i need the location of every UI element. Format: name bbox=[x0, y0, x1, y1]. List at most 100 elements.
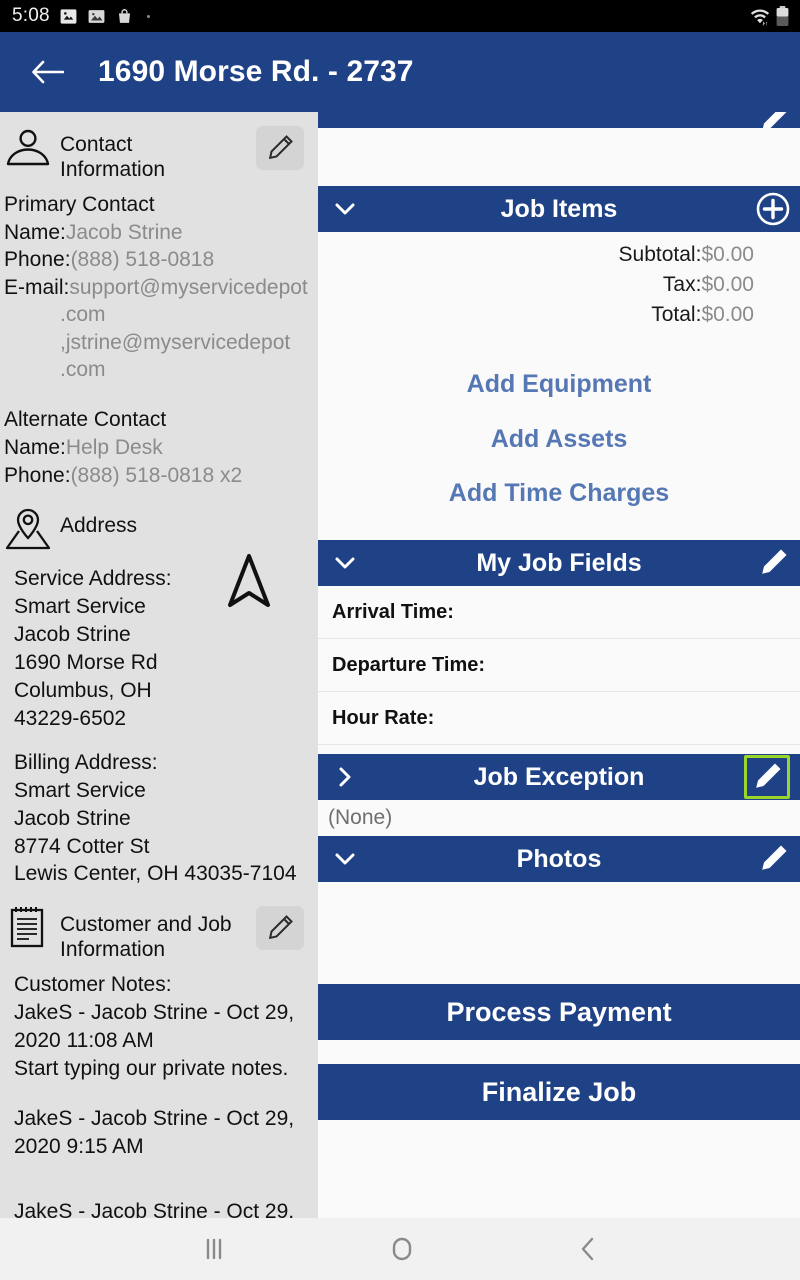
spacer-before-process-payment bbox=[318, 962, 800, 985]
back-arrow-icon[interactable] bbox=[30, 59, 64, 85]
customer-note-1-line-3: Start typing our private notes. bbox=[14, 1056, 289, 1080]
right-detail-panel[interactable]: Job Items Subtotal:$0.00 Tax:$0.00 Total… bbox=[318, 112, 800, 1218]
job-exception-title: Job Exception bbox=[473, 762, 645, 791]
image-icon bbox=[88, 9, 105, 23]
left-info-panel[interactable]: Contact Information Primary Contact Name… bbox=[0, 112, 318, 1218]
customer-note-1-line-1: JakeS - Jacob Strine - Oct 29, bbox=[14, 1000, 295, 1024]
chevron-right-icon[interactable] bbox=[332, 764, 358, 790]
contact-information-title: Contact Information bbox=[60, 133, 166, 181]
subtotal-row: Subtotal:$0.00 bbox=[318, 240, 754, 270]
spacer-after-job-fields bbox=[318, 745, 800, 755]
alternate-contact-heading: Alternate Contact bbox=[4, 407, 167, 431]
primary-contact-email-row[interactable]: E-mail:support@myservicedepot bbox=[4, 274, 310, 302]
finalize-job-button[interactable]: Finalize Job bbox=[318, 1064, 800, 1121]
primary-name-label: Name: bbox=[4, 220, 66, 244]
edit-photos-button[interactable] bbox=[756, 842, 790, 876]
departure-time-row[interactable]: Departure Time: bbox=[318, 639, 800, 693]
navigate-arrow-icon[interactable] bbox=[226, 553, 272, 611]
arrival-time-row[interactable]: Arrival Time: bbox=[318, 586, 800, 640]
primary-contact-name-row: Name:Jacob Strine bbox=[4, 219, 310, 247]
billing-address-line-4: Lewis Center, OH 43035-7104 bbox=[14, 862, 297, 886]
alternate-contact-phone-row[interactable]: Phone:(888) 518-0818 x2 bbox=[4, 462, 310, 490]
recents-icon[interactable] bbox=[199, 1235, 229, 1263]
add-assets-link[interactable]: Add Assets bbox=[318, 412, 800, 466]
spacer-between-buttons bbox=[318, 1040, 800, 1065]
chevron-down-icon[interactable] bbox=[332, 846, 358, 872]
hour-rate-row[interactable]: Hour Rate: bbox=[318, 692, 800, 746]
edit-contact-button[interactable] bbox=[256, 126, 304, 170]
job-items-title: Job Items bbox=[500, 194, 618, 223]
system-navigation-bar bbox=[0, 1218, 800, 1280]
status-bar: 5:08 ↓↑ bbox=[0, 0, 800, 32]
primary-contact-phone-row[interactable]: Phone:(888) 518-0818 bbox=[4, 246, 310, 274]
alternate-contact-name-row: Name:Help Desk bbox=[4, 434, 310, 462]
svg-text:↓↑: ↓↑ bbox=[762, 21, 769, 27]
partial-section-body bbox=[318, 128, 800, 186]
alternate-name-value: Help Desk bbox=[65, 436, 163, 460]
status-time: 5:08 bbox=[12, 5, 50, 26]
customer-notes-heading: Customer Notes: bbox=[14, 972, 172, 996]
edit-my-job-fields-button[interactable] bbox=[756, 546, 790, 580]
tax-row: Tax:$0.00 bbox=[318, 270, 754, 300]
job-exception-header[interactable]: Job Exception bbox=[318, 754, 800, 801]
plus-circle-icon bbox=[756, 192, 790, 226]
billing-address-line-3: 8774 Cotter St bbox=[14, 834, 150, 858]
address-header: Address bbox=[4, 505, 310, 557]
edit-customer-job-button[interactable] bbox=[256, 906, 304, 951]
edit-partial-section-button[interactable] bbox=[756, 112, 790, 128]
primary-name-value: Jacob Strine bbox=[65, 220, 183, 244]
home-icon[interactable] bbox=[387, 1233, 417, 1265]
primary-email-value: support@myservicedepot bbox=[69, 275, 308, 299]
address-section: Address Service Address: Smart Service J… bbox=[4, 505, 310, 888]
pencil-icon bbox=[762, 112, 787, 128]
back-icon[interactable] bbox=[575, 1234, 601, 1264]
status-bar-right: ↓↑ bbox=[748, 0, 790, 32]
customer-note-3-line-1: JakeS - Jacob Strine - Oct 29, bbox=[14, 1200, 295, 1218]
primary-email-cont-1: .com bbox=[60, 303, 106, 327]
map-pin-icon bbox=[5, 509, 51, 550]
photos-header[interactable]: Photos bbox=[318, 836, 800, 883]
contact-information-header: Contact Information bbox=[4, 124, 310, 183]
job-items-action-links: Add Equipment Add Assets Add Time Charge… bbox=[318, 335, 800, 540]
pencil-icon bbox=[268, 915, 293, 940]
subtotal-label: Subtotal: bbox=[618, 243, 702, 266]
chevron-down-icon[interactable] bbox=[332, 196, 358, 222]
billing-address-line-1: Smart Service bbox=[14, 778, 146, 802]
address-title: Address bbox=[60, 514, 138, 538]
photos-title: Photos bbox=[516, 844, 602, 873]
edit-job-exception-button[interactable] bbox=[744, 755, 790, 800]
dot-indicator-icon bbox=[146, 14, 150, 18]
primary-phone-label: Phone: bbox=[4, 248, 71, 272]
job-items-header[interactable]: Job Items bbox=[318, 186, 800, 232]
service-address-line-4: Columbus, OH bbox=[14, 678, 152, 702]
pencil-icon bbox=[756, 763, 781, 788]
partial-section-header-above[interactable] bbox=[318, 112, 800, 128]
add-time-charges-link[interactable]: Add Time Charges bbox=[318, 466, 800, 520]
customer-job-information-header: Customer and Job Information bbox=[4, 904, 310, 963]
partial-section-title bbox=[318, 112, 800, 128]
chevron-down-icon[interactable] bbox=[332, 550, 358, 576]
battery-icon bbox=[776, 5, 789, 26]
primary-phone-value: (888) 518-0818 bbox=[70, 248, 215, 272]
add-job-item-button[interactable] bbox=[756, 192, 790, 226]
hour-rate-label: Hour Rate: bbox=[332, 706, 435, 729]
arrival-time-label: Arrival Time: bbox=[332, 600, 454, 623]
pencil-icon bbox=[268, 135, 293, 160]
page-title: 1690 Morse Rd. - 2737 bbox=[98, 55, 414, 88]
add-equipment-link[interactable]: Add Equipment bbox=[318, 357, 800, 411]
billing-address-line-2: Jacob Strine bbox=[14, 806, 131, 830]
primary-contact-heading: Primary Contact bbox=[4, 192, 155, 216]
billing-address-heading: Billing Address: bbox=[14, 750, 158, 774]
screenshot-icon bbox=[60, 8, 77, 24]
customer-note-2-line-1: JakeS - Jacob Strine - Oct 29, bbox=[14, 1106, 295, 1130]
primary-email-cont-2: ,jstrine@myservicedepot bbox=[60, 330, 291, 354]
my-job-fields-header[interactable]: My Job Fields bbox=[318, 540, 800, 587]
subtotal-value: $0.00 bbox=[701, 243, 754, 266]
notepad-icon bbox=[10, 907, 44, 948]
wifi-icon: ↓↑ bbox=[750, 9, 770, 27]
app-screen: 5:08 ↓↑ 1690 Morse Rd. - 2737 Contact In… bbox=[0, 0, 800, 1280]
tax-value: $0.00 bbox=[701, 272, 754, 296]
customer-job-information-title: Customer and Job Information bbox=[60, 913, 232, 962]
alternate-name-label: Name: bbox=[4, 436, 66, 460]
process-payment-button[interactable]: Process Payment bbox=[318, 984, 800, 1041]
